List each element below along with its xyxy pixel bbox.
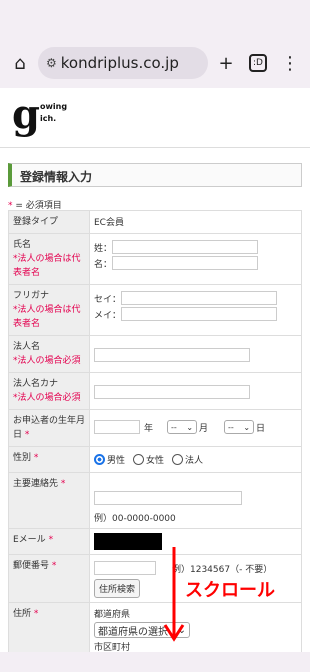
- nav-bar: [0, 652, 310, 672]
- site-logo[interactable]: g owing ich.: [12, 92, 82, 142]
- birth-cell: 年 -- ⌄ 月 -- ⌄ 日: [89, 409, 302, 447]
- zip-example: 例）1234567（- 不要）: [172, 564, 273, 575]
- first-name-input[interactable]: [112, 256, 259, 270]
- address-label: 住所: [13, 609, 32, 619]
- scroll-annotation: スクロール: [185, 580, 275, 601]
- contact-cell: 例）00-0000-0000: [89, 472, 302, 529]
- type-value: EC会員: [89, 210, 302, 234]
- logo-mark: g: [12, 91, 40, 138]
- mei-input[interactable]: [121, 307, 278, 321]
- name-label-cell: 氏名 *法人の場合は代表者名: [8, 233, 90, 285]
- kana-cell: セイ： メイ：: [89, 284, 302, 336]
- gender-corporate-radio[interactable]: [172, 454, 184, 465]
- corp-kana-cell: [89, 372, 302, 410]
- new-tab-icon[interactable]: +: [212, 49, 240, 77]
- email-redacted[interactable]: [94, 533, 162, 550]
- scroll-arrow-icon: [163, 547, 185, 642]
- zip-label-cell: 郵便番号 *: [8, 554, 90, 603]
- address-bar[interactable]: ⚙ kondriplus.co.jp: [38, 47, 208, 79]
- gender-star: *: [33, 453, 39, 463]
- home-icon[interactable]: ⌂: [6, 49, 34, 77]
- email-label-cell: Eメール *: [8, 528, 90, 555]
- gender-label-cell: 性別 *: [8, 446, 90, 473]
- name-label: 氏名: [13, 240, 32, 250]
- day-select-value: --: [228, 422, 234, 432]
- name-cell: 姓： 名：: [89, 233, 302, 285]
- corp-label-cell: 法人名 *法人の場合必須: [8, 335, 90, 373]
- gender-label: 性別: [13, 453, 32, 463]
- email-label: Eメール: [13, 535, 46, 545]
- site-settings-icon[interactable]: ⚙: [46, 56, 57, 70]
- pref-label: 都道府県: [94, 610, 131, 620]
- corp-kana-label-cell: 法人名カナ *法人の場合必須: [8, 372, 90, 410]
- status-bar: [0, 0, 310, 38]
- contact-input[interactable]: [94, 491, 242, 505]
- female-label: 女性: [146, 456, 165, 466]
- pref-select-value: 都道府県の選択: [98, 626, 168, 638]
- birth-star: *: [24, 430, 30, 440]
- address-star: *: [33, 609, 39, 619]
- name-note: *法人の場合は代表者名: [13, 254, 81, 278]
- sei-label: セイ：: [94, 294, 122, 305]
- birth-day-select[interactable]: -- ⌄: [224, 420, 255, 434]
- browser-toolbar: ⌂ ⚙ kondriplus.co.jp + :D ⋮: [0, 38, 310, 88]
- kana-label: フリガナ: [13, 291, 50, 301]
- kana-label-cell: フリガナ *法人の場合は代表者名: [8, 284, 90, 336]
- tab-count: :D: [249, 54, 267, 72]
- gender-male-radio[interactable]: [94, 454, 105, 465]
- day-label: 日: [256, 423, 266, 434]
- chevron-down-icon: ⌄: [186, 422, 194, 432]
- email-star: *: [48, 535, 54, 545]
- birth-month-select[interactable]: -- ⌄: [167, 420, 198, 434]
- corp-note: *法人の場合必須: [13, 356, 81, 366]
- logo-line1: owing: [40, 102, 68, 111]
- corp-label: 法人名: [13, 342, 41, 352]
- gender-female-radio[interactable]: [133, 454, 145, 465]
- birth-year-input[interactable]: [94, 420, 140, 434]
- chevron-down-icon: ⌄: [243, 422, 251, 432]
- month-select-value: --: [171, 422, 177, 432]
- zip-label: 郵便番号: [13, 561, 50, 571]
- contact-example: 例）00-0000-0000: [94, 514, 176, 524]
- birth-label-cell: お申込者の生年月日 *: [8, 409, 90, 447]
- first-name-label: 名：: [94, 259, 113, 270]
- last-name-input[interactable]: [112, 240, 259, 254]
- email-cell: [89, 528, 302, 555]
- year-label: 年: [144, 423, 154, 434]
- divider: [0, 147, 310, 148]
- contact-label-cell: 主要連絡先 *: [8, 472, 90, 529]
- corp-kana-note: *法人の場合必須: [13, 393, 81, 403]
- tab-switcher-button[interactable]: :D: [244, 49, 272, 77]
- url-text: kondriplus.co.jp: [60, 54, 179, 72]
- corporate-label: 法人: [185, 456, 204, 466]
- last-name-label: 姓：: [94, 243, 113, 254]
- corp-name-input[interactable]: [94, 348, 250, 362]
- zip-star: *: [51, 561, 57, 571]
- section-title: 登録情報入力: [8, 163, 302, 187]
- type-label: 登録タイプ: [8, 210, 90, 234]
- kana-note: *法人の場合は代表者名: [13, 305, 81, 329]
- logo-line2: ich.: [40, 114, 57, 123]
- address-search-button[interactable]: 住所検索: [94, 579, 141, 598]
- contact-label: 主要連絡先: [13, 479, 59, 489]
- registration-form: 登録タイプ EC会員 氏名 *法人の場合は代表者名 姓： 名： フリガナ *法人の場…: [8, 210, 302, 672]
- corp-kana-input[interactable]: [94, 385, 250, 399]
- contact-star: *: [60, 479, 66, 489]
- month-label: 月: [199, 423, 209, 434]
- more-vert-icon[interactable]: ⋮: [276, 49, 304, 77]
- sei-input[interactable]: [121, 291, 278, 305]
- gender-cell: 男性 女性 法人: [89, 446, 302, 473]
- corp-kana-label: 法人名カナ: [13, 379, 59, 389]
- zip-input[interactable]: [94, 561, 156, 575]
- male-label: 男性: [107, 456, 126, 466]
- mei-label: メイ：: [94, 310, 122, 321]
- corp-cell: [89, 335, 302, 373]
- birth-label: お申込者の生年月日: [13, 416, 86, 440]
